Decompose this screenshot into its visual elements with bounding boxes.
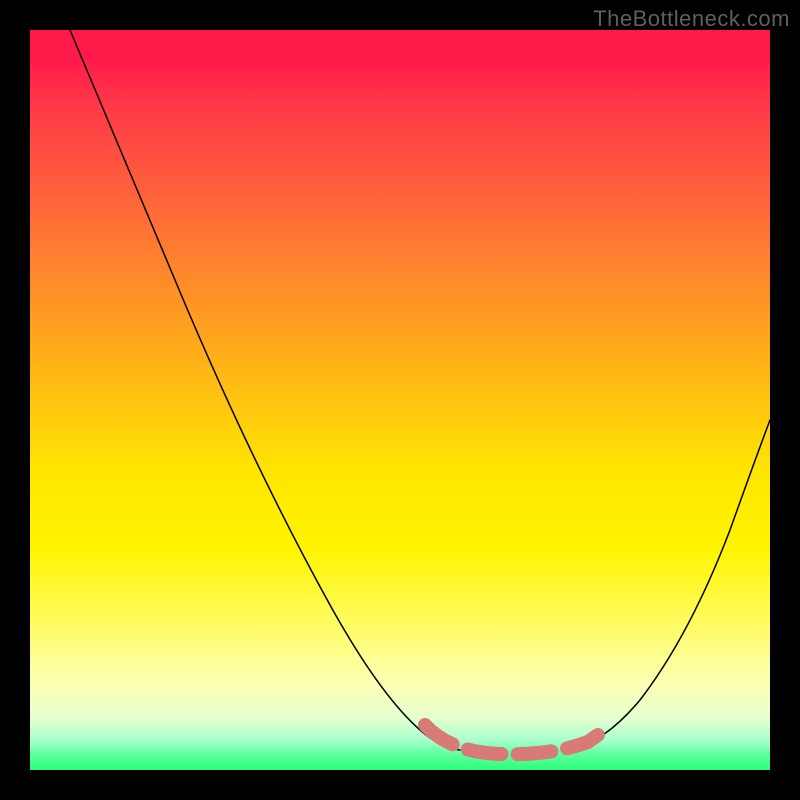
chart-frame: TheBottleneck.com <box>0 0 800 800</box>
watermark-text: TheBottleneck.com <box>593 6 790 32</box>
bottleneck-curve <box>30 30 770 770</box>
plot-area <box>30 30 770 770</box>
